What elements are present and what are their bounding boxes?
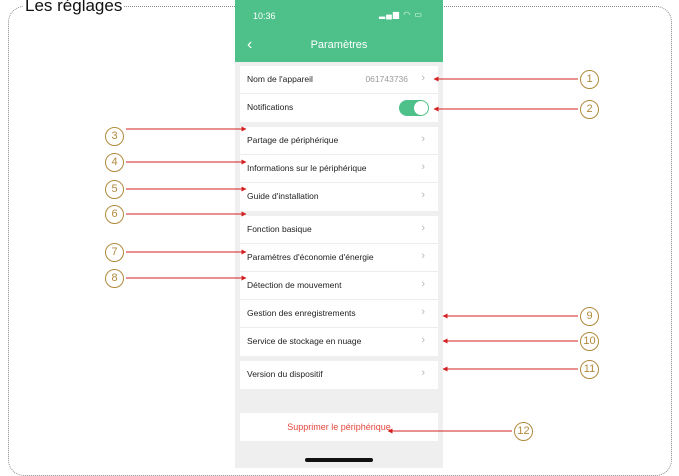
row-label: Informations sur le périphérique bbox=[247, 163, 367, 173]
row-label: Guide d'installation bbox=[247, 191, 319, 201]
page-title: Paramètres bbox=[310, 39, 368, 51]
notifications-toggle[interactable] bbox=[399, 100, 429, 116]
row-label: Notifications bbox=[247, 102, 294, 112]
chevron-right-icon: › bbox=[421, 278, 425, 290]
callout-10: 10 bbox=[580, 332, 599, 351]
row-label: Version du dispositif bbox=[247, 369, 323, 379]
delete-device-button[interactable]: Supprimer le périphérique bbox=[240, 422, 438, 432]
chevron-right-icon: › bbox=[421, 189, 425, 201]
row-label: Détection de mouvement bbox=[247, 280, 342, 290]
row-basic-function[interactable]: Fonction basique › bbox=[240, 216, 438, 244]
document-title: Les réglages bbox=[23, 0, 125, 15]
row-device-name[interactable]: Nom de l'appareil 061743736 › bbox=[240, 66, 438, 94]
row-device-sharing[interactable]: Partage de périphérique › bbox=[240, 127, 438, 155]
chevron-right-icon: › bbox=[421, 367, 425, 379]
row-install-guide[interactable]: Guide d'installation › bbox=[240, 183, 438, 211]
row-power-saving[interactable]: Paramètres d'économie d'énergie › bbox=[240, 244, 438, 272]
settings-group-info: Partage de périphérique › Informations s… bbox=[240, 127, 438, 211]
callout-4: 4 bbox=[105, 153, 124, 172]
row-label: Paramètres d'économie d'énergie bbox=[247, 252, 374, 262]
row-firmware-version[interactable]: Version du dispositif › bbox=[240, 361, 438, 389]
callout-6: 6 bbox=[105, 205, 124, 224]
status-bar: 10:36 ▂▄▆ ◠ ▭ bbox=[235, 0, 443, 30]
chevron-right-icon: › bbox=[421, 72, 425, 84]
callout-7: 7 bbox=[105, 243, 124, 262]
callout-8: 8 bbox=[105, 269, 124, 288]
settings-group-version: Version du dispositif › bbox=[240, 361, 438, 389]
phone-screen: 10:36 ▂▄▆ ◠ ▭ ‹ Paramètres Nom de l'appa… bbox=[235, 0, 443, 468]
settings-group-device: Nom de l'appareil 061743736 › Notificati… bbox=[240, 66, 438, 122]
chevron-right-icon: › bbox=[421, 334, 425, 346]
chevron-right-icon: › bbox=[421, 161, 425, 173]
row-recordings[interactable]: Gestion des enregistrements › bbox=[240, 300, 438, 328]
row-cloud-storage[interactable]: Service de stockage en nuage › bbox=[240, 328, 438, 356]
chevron-right-icon: › bbox=[421, 250, 425, 262]
chevron-right-icon: › bbox=[421, 222, 425, 234]
row-label: Nom de l'appareil bbox=[247, 74, 313, 84]
callout-2: 2 bbox=[580, 100, 599, 119]
callout-12: 12 bbox=[514, 422, 533, 441]
toggle-knob bbox=[414, 101, 428, 115]
row-label: Fonction basique bbox=[247, 224, 312, 234]
row-notifications: Notifications bbox=[240, 94, 438, 122]
callout-3: 3 bbox=[105, 127, 124, 146]
row-label: Partage de périphérique bbox=[247, 135, 339, 145]
callout-1: 1 bbox=[580, 70, 599, 89]
nav-bar: ‹ Paramètres bbox=[235, 30, 443, 62]
chevron-right-icon: › bbox=[421, 306, 425, 318]
row-label: Gestion des enregistrements bbox=[247, 308, 356, 318]
home-indicator bbox=[305, 458, 373, 462]
device-id-value: 061743736 bbox=[365, 74, 408, 84]
settings-group-functions: Fonction basique › Paramètres d'économie… bbox=[240, 216, 438, 356]
row-motion-detection[interactable]: Détection de mouvement › bbox=[240, 272, 438, 300]
signal-wifi-battery-icon: ▂▄▆ ◠ ▭ bbox=[379, 10, 423, 19]
chevron-right-icon: › bbox=[421, 133, 425, 145]
status-time: 10:36 bbox=[253, 11, 276, 21]
row-label: Service de stockage en nuage bbox=[247, 336, 362, 346]
callout-9: 9 bbox=[580, 307, 599, 326]
row-device-info[interactable]: Informations sur le périphérique › bbox=[240, 155, 438, 183]
delete-device-row[interactable]: Supprimer le périphérique bbox=[240, 413, 438, 441]
callout-5: 5 bbox=[105, 180, 124, 199]
callout-11: 11 bbox=[580, 360, 599, 379]
